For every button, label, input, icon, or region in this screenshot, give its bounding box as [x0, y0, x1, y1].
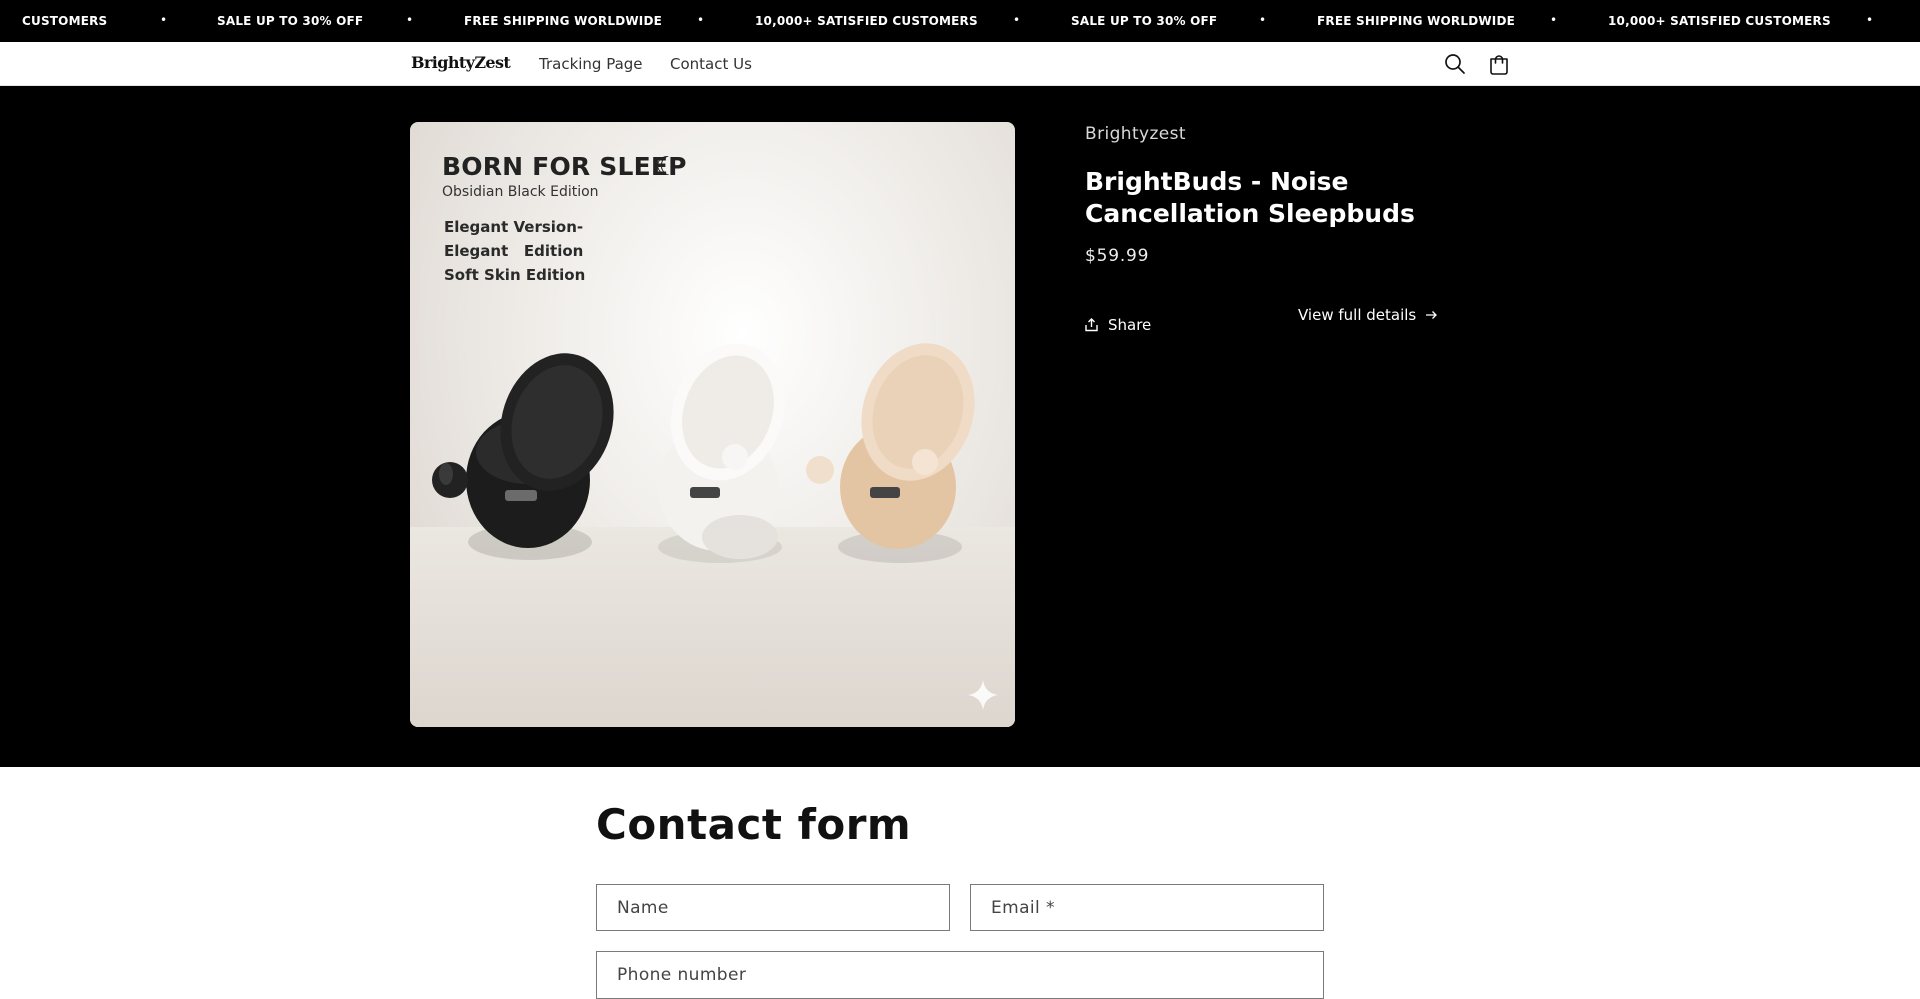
announcement-separator: •: [160, 13, 168, 27]
white-case: [658, 343, 785, 563]
name-field: [596, 884, 950, 931]
arrow-right-icon: [1426, 311, 1438, 319]
share-button[interactable]: Share: [1085, 316, 1151, 334]
announcement-separator: •: [1866, 13, 1874, 27]
announcement-item: CUSTOMERS: [22, 14, 108, 28]
name-input[interactable]: [597, 885, 949, 930]
contact-form-title: Contact form: [596, 800, 912, 849]
product-vendor: Brightyzest: [1085, 124, 1186, 144]
email-field: [970, 884, 1324, 931]
earbud-cases-illustration: [432, 343, 975, 563]
announcement-item: 10,000+ SATISFIED CUSTOMERS: [755, 14, 978, 28]
announcement-item: SALE UP TO 30% OFF: [217, 14, 364, 28]
view-full-details-label: View full details: [1298, 306, 1417, 324]
announcement-item: SALE UP TO 30% OFF: [1071, 14, 1218, 28]
nav-link-tracking-page[interactable]: Tracking Page: [539, 55, 643, 73]
announcement-bar: CUSTOMERS • SALE UP TO 30% OFF • FREE SH…: [0, 0, 1920, 42]
announcement-item: FREE SHIPPING WORLDWIDE: [1317, 14, 1516, 28]
share-icon: [1085, 318, 1098, 332]
black-case: [432, 353, 614, 560]
site-header: BrightyZest Tracking Page Contact Us: [0, 42, 1920, 86]
announcement-separator: •: [406, 13, 414, 27]
cart-icon[interactable]: [1485, 50, 1513, 78]
announcement-item: FREE SHIPPING WORLDWIDE: [464, 14, 663, 28]
phone-input[interactable]: [597, 952, 1323, 998]
announcement-separator: •: [1550, 13, 1558, 27]
site-logo[interactable]: BrightyZest: [411, 53, 511, 72]
announcement-item: 10,000+ SATISFIED CUSTOMERS: [1608, 14, 1831, 28]
share-label: Share: [1108, 316, 1152, 334]
product-title: BrightBuds - Noise Cancellation Sleepbud…: [1085, 167, 1415, 228]
announcement-separator: •: [1259, 13, 1267, 27]
email-input[interactable]: [971, 885, 1323, 930]
product-image[interactable]: BORN FOR SLEEP ☾ Obsidian Black Edition …: [410, 122, 1015, 727]
search-icon[interactable]: [1441, 50, 1469, 78]
product-section: BORN FOR SLEEP ☾ Obsidian Black Edition …: [0, 86, 1920, 767]
phone-field: [596, 951, 1324, 999]
sparkle-icon: [968, 680, 998, 710]
announcement-separator: •: [697, 13, 705, 27]
product-price: $59.99: [1085, 246, 1150, 266]
beige-case: [806, 343, 975, 563]
announcement-separator: •: [1013, 13, 1021, 27]
nav-link-contact-us[interactable]: Contact Us: [670, 55, 752, 73]
view-full-details-link[interactable]: View full details: [1298, 306, 1438, 324]
